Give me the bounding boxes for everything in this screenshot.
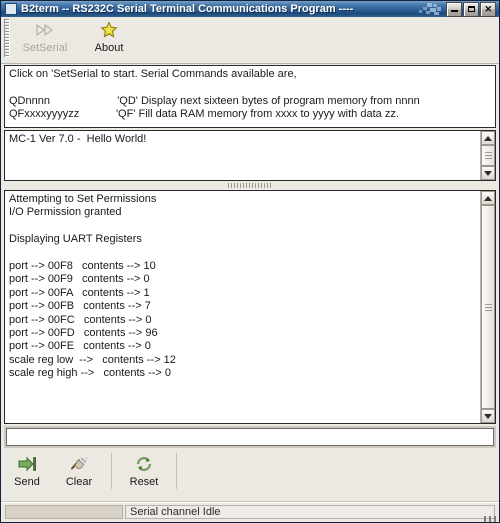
send-button-label: Send	[14, 476, 40, 488]
log-scroll-down-button[interactable]	[481, 409, 495, 423]
clear-button-label: Clear	[65, 476, 93, 488]
log-scroll-thumb[interactable]	[481, 205, 495, 409]
receive-panel[interactable]: MC-1 Ver 7.0 - Hello World!	[4, 130, 496, 181]
scroll-thumb-grip	[484, 152, 492, 159]
star-icon	[100, 20, 118, 40]
toolbar-separator-2	[176, 453, 177, 489]
toolbar-separator-1	[111, 453, 112, 489]
status-bar: Serial channel Idle	[1, 502, 499, 522]
maximize-button[interactable]	[463, 1, 479, 17]
broom-icon	[69, 453, 89, 475]
window-controls: ✕	[446, 1, 496, 17]
toolbar-item-setserial-label: SetSerial	[22, 42, 68, 54]
scroll-up-button[interactable]	[481, 131, 495, 145]
splitter-grip	[228, 182, 272, 188]
titlebar-decoration	[419, 3, 441, 15]
command-input-wrapper[interactable]	[4, 426, 496, 448]
window-icon	[5, 3, 17, 15]
scroll-down-button[interactable]	[481, 166, 495, 180]
toolbar-item-about-label: About	[94, 42, 124, 54]
command-input[interactable]	[6, 428, 494, 446]
content-area: Click on 'SetSerial to start. Serial Com…	[1, 64, 499, 448]
minimize-button[interactable]	[446, 1, 462, 17]
action-toolbar: Send Clear Reset	[1, 448, 499, 502]
log-scroll-thumb-grip	[484, 303, 492, 311]
window-title: B2term -- RS232C Serial Terminal Communi…	[21, 3, 354, 15]
panel-splitter[interactable]	[4, 181, 496, 189]
clear-button[interactable]: Clear	[53, 453, 105, 488]
toolbar-drag-handle[interactable]	[4, 19, 10, 57]
send-button[interactable]: Send	[1, 453, 53, 488]
log-panel-text: Attempting to Set Permissions I/O Permis…	[9, 193, 176, 380]
reset-button-label: Reset	[129, 476, 159, 488]
log-panel-scrollbar[interactable]	[480, 191, 495, 423]
scroll-thumb[interactable]	[481, 145, 495, 166]
title-bar[interactable]: B2term -- RS232C Serial Terminal Communi…	[1, 1, 499, 17]
status-message: Serial channel Idle	[125, 505, 495, 519]
resize-grip[interactable]	[484, 516, 498, 522]
scroll-track[interactable]	[481, 145, 495, 166]
main-toolbar: SetSerial About	[1, 17, 499, 64]
toolbar-item-about[interactable]: About	[77, 19, 141, 54]
help-panel-text: Click on 'SetSerial to start. Serial Com…	[9, 68, 420, 121]
reset-button[interactable]: Reset	[118, 453, 170, 488]
receive-panel-text: MC-1 Ver 7.0 - Hello World!	[9, 133, 147, 145]
help-panel: Click on 'SetSerial to start. Serial Com…	[4, 65, 496, 128]
arrow-to-bar-icon	[17, 453, 37, 475]
double-arrow-icon	[35, 20, 55, 40]
status-progress-cell	[5, 505, 123, 519]
toolbar-item-setserial[interactable]: SetSerial	[13, 19, 77, 54]
log-scroll-track[interactable]	[481, 205, 495, 409]
close-button[interactable]: ✕	[480, 1, 496, 17]
refresh-icon	[134, 453, 154, 475]
log-scroll-up-button[interactable]	[481, 191, 495, 205]
receive-panel-scrollbar[interactable]	[480, 131, 495, 180]
log-panel[interactable]: Attempting to Set Permissions I/O Permis…	[4, 190, 496, 424]
application-window: B2term -- RS232C Serial Terminal Communi…	[0, 0, 500, 523]
